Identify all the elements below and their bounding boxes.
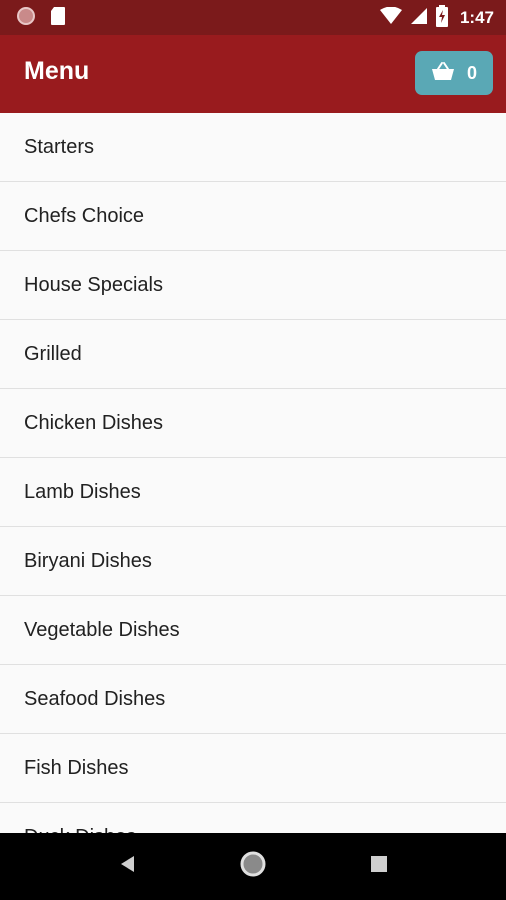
status-bar: 1:47 xyxy=(0,0,506,35)
menu-item-house-specials[interactable]: House Specials xyxy=(0,251,506,320)
menu-item-duck-dishes[interactable]: Duck Dishes xyxy=(0,803,506,834)
menu-item-fish-dishes[interactable]: Fish Dishes xyxy=(0,734,506,803)
status-right-icons: 1:47 xyxy=(379,4,494,32)
recents-button[interactable] xyxy=(339,833,419,900)
home-icon xyxy=(239,850,267,883)
status-left-icons xyxy=(16,6,66,31)
status-time: 1:47 xyxy=(459,8,494,27)
menu-item-lamb-dishes[interactable]: Lamb Dishes xyxy=(0,458,506,527)
cart-count: 0 xyxy=(466,62,477,83)
back-button[interactable] xyxy=(87,833,167,900)
menu-item-biryani-dishes[interactable]: Biryani Dishes xyxy=(0,527,506,596)
menu-list: Starters Chefs Choice House Specials Gri… xyxy=(0,113,506,833)
menu-item-chicken-dishes[interactable]: Chicken Dishes xyxy=(0,389,506,458)
battery-charging-icon xyxy=(435,4,448,32)
recents-icon xyxy=(370,855,388,878)
wifi-icon xyxy=(379,6,402,30)
cellular-signal-icon xyxy=(410,7,428,30)
home-button[interactable] xyxy=(213,833,293,900)
app-bar: Menu 0 xyxy=(0,35,506,113)
notification-dot-icon xyxy=(16,6,36,31)
menu-item-starters[interactable]: Starters xyxy=(0,113,506,182)
sd-card-icon xyxy=(50,6,66,31)
page-title: Menu xyxy=(24,57,90,85)
system-nav-bar xyxy=(0,833,506,900)
menu-item-grilled[interactable]: Grilled xyxy=(0,320,506,389)
menu-item-chefs-choice[interactable]: Chefs Choice xyxy=(0,182,506,251)
menu-item-vegetable-dishes[interactable]: Vegetable Dishes xyxy=(0,596,506,665)
basket-icon xyxy=(431,61,455,86)
back-icon xyxy=(118,854,136,879)
menu-item-seafood-dishes[interactable]: Seafood Dishes xyxy=(0,665,506,734)
cart-button[interactable]: 0 xyxy=(415,51,493,95)
